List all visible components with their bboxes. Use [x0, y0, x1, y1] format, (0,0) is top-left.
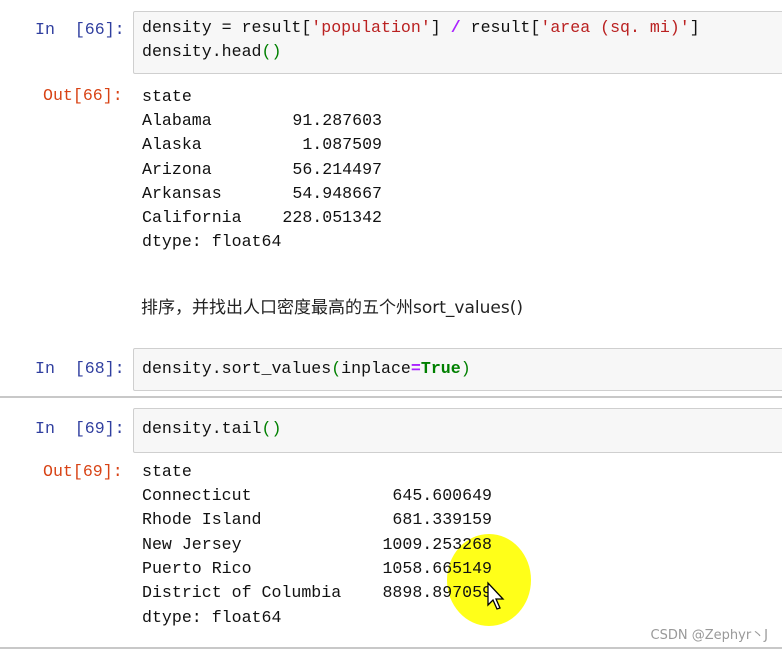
- output-prompt-69: Out[69]:: [43, 462, 123, 481]
- operator-token: /: [450, 18, 461, 37]
- row-value: 1.087509: [302, 135, 382, 154]
- string-token: 'population': [311, 18, 431, 37]
- keyword-token: True: [420, 359, 461, 378]
- output-row: Rhode Island 681.339159: [142, 508, 492, 532]
- mouse-pointer-icon: [487, 581, 505, 610]
- code-line-1: density = result['population'] / result[…: [142, 16, 700, 40]
- output-row: New Jersey 1009.253268: [142, 533, 492, 557]
- cell-divider: [0, 396, 782, 398]
- paren-token: (: [331, 359, 342, 378]
- row-value: 228.051342: [282, 208, 382, 227]
- code-token: ]: [430, 18, 451, 37]
- code-token: density.sort_values: [142, 359, 332, 378]
- markdown-text: 排序，并找出人口密度最高的五个州sort_values(): [141, 298, 523, 318]
- output-header: state: [142, 462, 192, 481]
- output-row: Puerto Rico 1058.665149: [142, 557, 492, 581]
- input-prompt-68: In [68]:: [35, 359, 125, 378]
- paren-token: (): [261, 419, 282, 438]
- row-value: 1009.253268: [382, 535, 492, 554]
- code-token: ]: [689, 18, 700, 37]
- code-line: density.tail(): [142, 417, 281, 441]
- row-value: 8898.897059: [382, 583, 492, 602]
- code-token: inplace: [341, 359, 411, 378]
- row-value: 681.339159: [392, 510, 492, 529]
- paren-token: (): [261, 42, 282, 61]
- row-value: 91.287603: [292, 111, 382, 130]
- row-value: 54.948667: [292, 184, 382, 203]
- output-row: Alaska 1.087509: [142, 133, 382, 157]
- output-header: state: [142, 87, 192, 106]
- code-token: result[: [460, 18, 541, 37]
- output-row: Arkansas 54.948667: [142, 182, 382, 206]
- code-token: density.head: [142, 42, 262, 61]
- operator-token: =: [410, 359, 421, 378]
- paren-token: ): [460, 359, 471, 378]
- output-prompt-66: Out[66]:: [43, 86, 123, 105]
- code-line: density.sort_values(inplace=True): [142, 357, 471, 381]
- output-row: Arizona 56.214497: [142, 158, 382, 182]
- row-value: 1058.665149: [382, 559, 492, 578]
- row-value: 645.600649: [392, 486, 492, 505]
- code-token: density = result[: [142, 18, 312, 37]
- output-row: Alabama 91.287603: [142, 109, 382, 133]
- row-value: 56.214497: [292, 160, 382, 179]
- code-token: density.tail: [142, 419, 262, 438]
- output-dtype: dtype: float64: [142, 608, 282, 627]
- cell-divider: [0, 647, 782, 649]
- code-line-2: density.head(): [142, 40, 281, 64]
- output-row: Connecticut 645.600649: [142, 484, 492, 508]
- output-dtype: dtype: float64: [142, 232, 282, 251]
- output-row: District of Columbia 8898.897059: [142, 581, 492, 605]
- input-prompt-69: In [69]:: [35, 419, 125, 438]
- output-row: California 228.051342: [142, 206, 382, 230]
- watermark: CSDN @Zephyr丶J: [650, 628, 768, 643]
- string-token: 'area (sq. mi)': [540, 18, 690, 37]
- input-prompt-66: In [66]:: [35, 20, 125, 39]
